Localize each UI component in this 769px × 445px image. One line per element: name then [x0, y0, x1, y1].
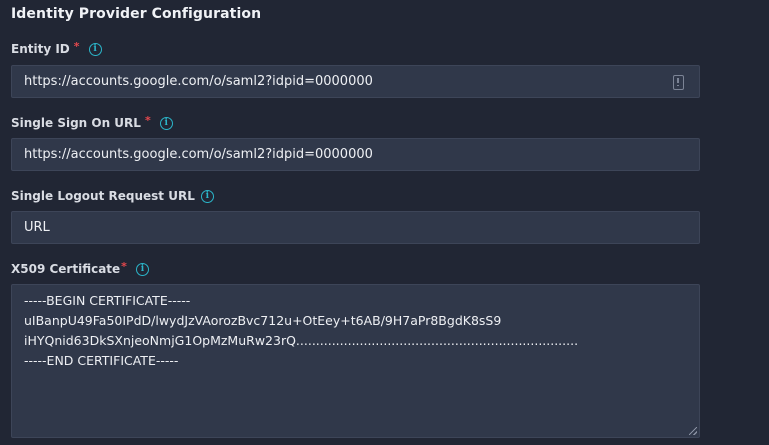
sso-url-label: Single Sign On URL: [11, 116, 141, 130]
slo-url-value: URL: [24, 220, 50, 235]
required-marker: *: [144, 113, 151, 127]
slo-url-label: Single Logout Request URL: [11, 189, 195, 203]
slo-url-field[interactable]: URL: [11, 211, 700, 244]
resize-handle-icon[interactable]: [689, 427, 697, 435]
slo-url-label-row: Single Logout Request URL i: [11, 189, 214, 203]
sso-url-value: https://accounts.google.com/o/saml2?idpi…: [24, 147, 373, 162]
clipboard-alert-icon[interactable]: [673, 75, 684, 90]
entity-id-field[interactable]: https://accounts.google.com/o/saml2?idpi…: [11, 65, 700, 98]
info-icon[interactable]: i: [135, 262, 149, 276]
section-title: Identity Provider Configuration: [11, 6, 262, 22]
info-icon[interactable]: i: [159, 116, 173, 130]
certificate-label: X509 Certificate: [11, 262, 121, 276]
entity-id-value: https://accounts.google.com/o/saml2?idpi…: [24, 74, 373, 89]
sso-url-field[interactable]: https://accounts.google.com/o/saml2?idpi…: [11, 138, 700, 171]
info-icon[interactable]: i: [200, 189, 214, 203]
certificate-line: -----BEGIN CERTIFICATE-----: [24, 293, 191, 308]
certificate-line: uIBanpU49Fa50IPdD/lwydJzVAorozBvc712u+Ot…: [24, 313, 502, 328]
required-marker: *: [73, 39, 80, 53]
certificate-label-row: X509 Certificate * i: [11, 259, 149, 276]
certificate-line: iHYQnid63DkSXnjeoNmjG1OpMzMuRw23rQ......…: [24, 333, 579, 348]
entity-id-label-row: Entity ID * i: [11, 39, 102, 56]
identity-provider-config-panel: Identity Provider Configuration Entity I…: [0, 0, 769, 445]
entity-id-label: Entity ID: [11, 42, 70, 56]
info-icon[interactable]: i: [88, 42, 102, 56]
sso-url-label-row: Single Sign On URL * i: [11, 113, 173, 130]
certificate-textarea[interactable]: -----BEGIN CERTIFICATE----- uIBanpU49Fa5…: [11, 284, 700, 438]
required-marker: *: [121, 259, 127, 273]
certificate-line: -----END CERTIFICATE-----: [24, 353, 179, 368]
